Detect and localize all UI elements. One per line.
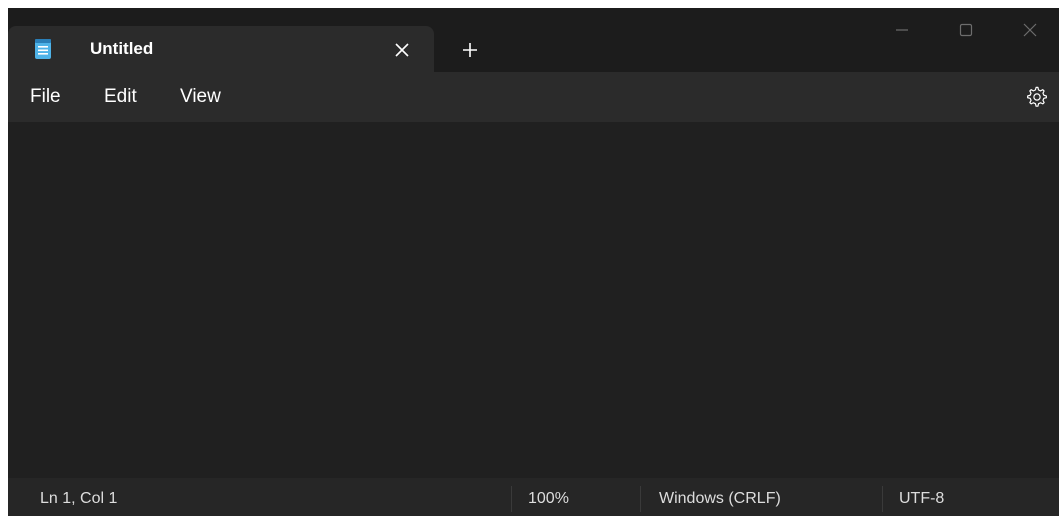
title-bar[interactable]: Untitled: [8, 8, 1059, 72]
zoom-level[interactable]: 100%: [528, 489, 569, 509]
plus-icon[interactable]: [456, 36, 484, 64]
menu-view[interactable]: View: [180, 85, 221, 109]
status-divider: [882, 486, 883, 512]
gear-icon[interactable]: [1024, 84, 1050, 110]
menu-edit[interactable]: Edit: [104, 85, 137, 109]
tab-untitled[interactable]: Untitled: [8, 26, 434, 72]
close-icon[interactable]: [388, 36, 416, 64]
menu-file[interactable]: File: [30, 85, 61, 109]
notepad-icon: [34, 38, 52, 60]
status-divider: [640, 486, 641, 512]
close-window-icon[interactable]: [998, 8, 1059, 52]
maximize-icon[interactable]: [934, 8, 998, 52]
menu-bar: File Edit View: [8, 72, 1059, 122]
encoding[interactable]: UTF-8: [899, 489, 944, 509]
status-bar: Ln 1, Col 1 100% Windows (CRLF) UTF-8: [8, 478, 1059, 516]
cursor-position[interactable]: Ln 1, Col 1: [40, 489, 117, 509]
tab-title: Untitled: [90, 39, 154, 58]
line-ending[interactable]: Windows (CRLF): [659, 489, 781, 509]
status-divider: [511, 486, 512, 512]
minimize-icon[interactable]: [870, 8, 934, 52]
text-editor[interactable]: [8, 122, 1059, 478]
notepad-window: Untitled File Edit View Ln 1, Col 1 100%…: [8, 8, 1059, 516]
